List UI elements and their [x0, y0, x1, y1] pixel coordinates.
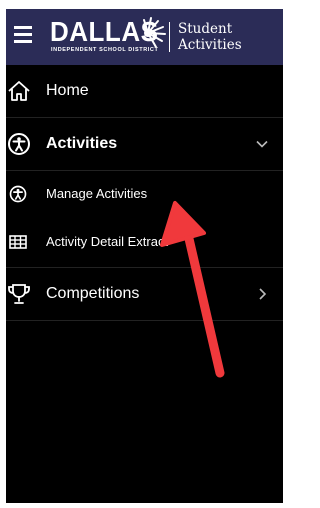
accessibility-icon [8, 133, 30, 155]
annotation-arrow [160, 201, 225, 378]
sidebar-item-competitions[interactable]: Competitions [6, 268, 283, 321]
sidebar-item-activity-detail-extract[interactable]: Activity Detail Extract [6, 219, 283, 267]
sidebar-item-label: Home [46, 82, 89, 99]
header-divider [169, 22, 170, 52]
sidebar-nav: Home Activities Manage Activities Activi… [6, 65, 283, 321]
accessibility-icon [9, 185, 27, 203]
app-title-line1: Student [178, 21, 233, 37]
home-icon [8, 81, 30, 101]
hamburger-menu-icon[interactable] [14, 26, 32, 46]
dallas-isd-logo[interactable]: DALLAS INDEPENDENT SCHOOL DISTRICT [50, 16, 170, 58]
app-title: Student Activities [178, 21, 242, 53]
sunburst-icon [143, 17, 166, 48]
sidebar-item-label: Activities [46, 135, 118, 152]
sidebar-item-manage-activities[interactable]: Manage Activities [6, 171, 283, 219]
sidebar-item-home[interactable]: Home [6, 65, 283, 118]
sidebar-item-label: Activity Detail Extract [46, 234, 169, 249]
activities-submenu: Manage Activities Activity Detail Extrac… [6, 171, 283, 268]
table-icon [9, 235, 27, 249]
chevron-right-icon[interactable] [255, 287, 269, 301]
sidebar-item-activities[interactable]: Activities [6, 118, 283, 171]
trophy-icon [8, 284, 30, 304]
sidebar-item-label: Manage Activities [46, 186, 148, 201]
app-header: DALLAS INDEPENDENT SCHOOL DISTRICT Stude… [6, 9, 283, 65]
sidebar-item-label: Competitions [46, 285, 140, 302]
app-title-line2: Activities [178, 37, 242, 53]
app-window: DALLAS INDEPENDENT SCHOOL DISTRICT Stude… [6, 9, 283, 503]
chevron-down-icon[interactable] [255, 137, 269, 151]
